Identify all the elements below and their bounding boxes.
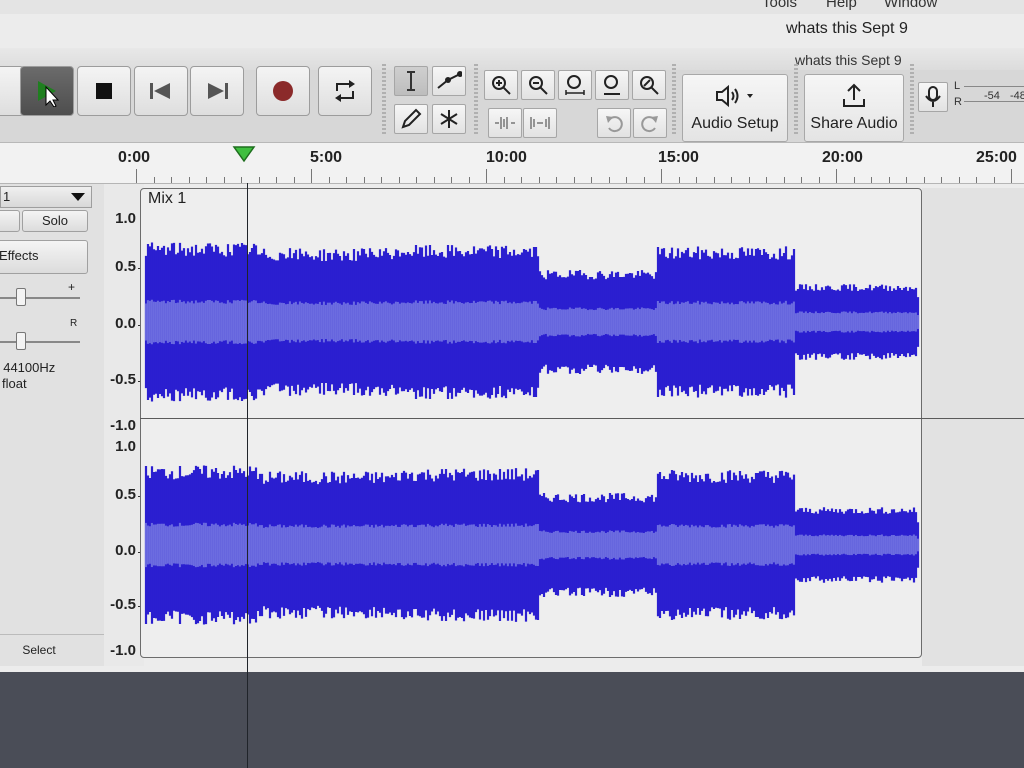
waveform-left-channel [144,242,920,402]
waveform-right-channel [144,465,920,625]
edit-cursor-line [247,183,248,768]
waveform[interactable] [0,0,1024,672]
audacity-window: Tools Help Window whats this Sept 9 what… [0,0,1024,672]
